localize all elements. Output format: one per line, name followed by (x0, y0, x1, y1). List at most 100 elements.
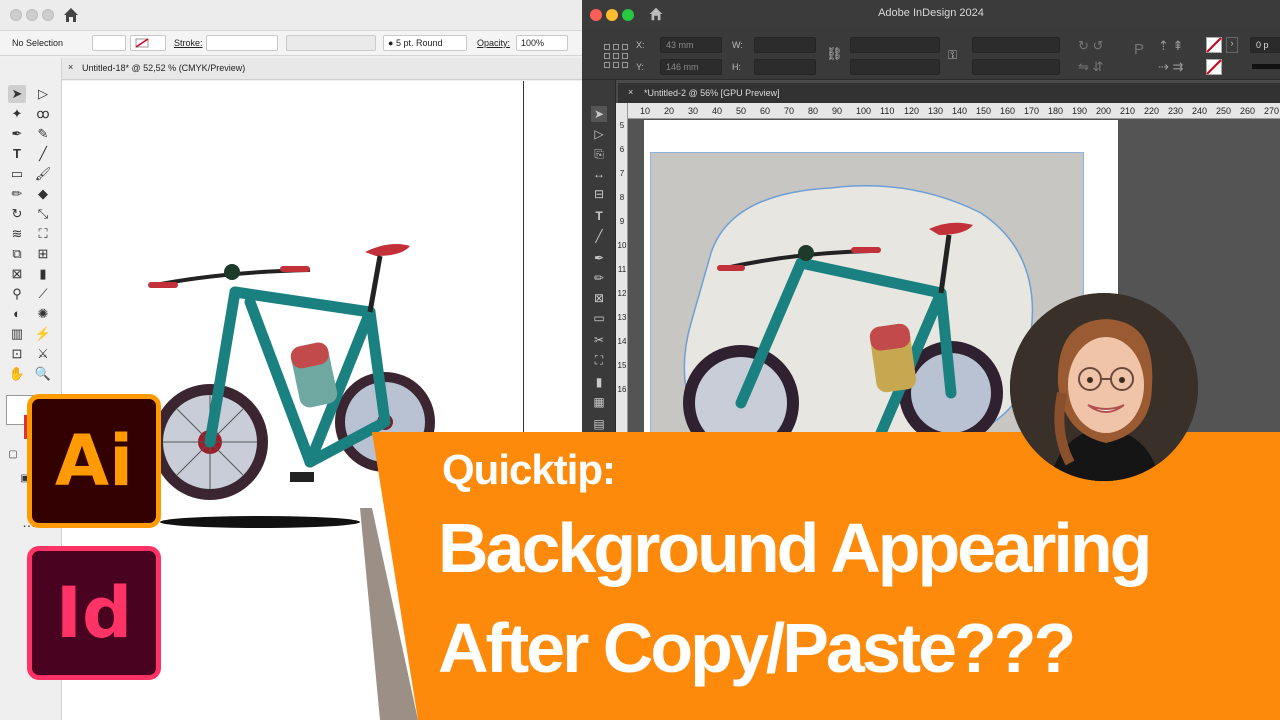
rotation-field[interactable] (972, 37, 1060, 53)
w-field[interactable] (754, 37, 816, 53)
indesign-logo: Id (27, 546, 161, 680)
pen-tool-icon[interactable]: ✒ (591, 250, 607, 266)
blend-tool-icon[interactable]: ◐ (8, 305, 26, 323)
hand-tool-icon[interactable]: ✋ (8, 365, 26, 383)
note-tool-icon[interactable]: ▤ (591, 416, 607, 432)
zoom-tool-icon[interactable]: 🔍 (34, 365, 52, 383)
type-tool-icon[interactable]: T (8, 145, 26, 163)
warp-tool-icon[interactable]: ≋ (8, 225, 26, 243)
x-field[interactable]: 43 mm (660, 37, 722, 53)
pencil-tool-icon[interactable]: ✏ (8, 185, 26, 203)
scale-tool-icon[interactable]: ⤡ (34, 205, 52, 223)
constrain-proportions-icon[interactable]: ⛓ (826, 46, 843, 62)
ai-document-tab[interactable]: × Untitled-18* @ 52,52 % (CMYK/Preview) (62, 58, 582, 80)
page-tool-icon[interactable]: ⎘ (591, 146, 607, 162)
h-label: H: (732, 62, 741, 72)
pencil-tool-icon[interactable]: ✏ (591, 270, 607, 286)
draw-normal-icon[interactable]: ▢ (4, 446, 22, 464)
scale-x-field[interactable] (850, 37, 940, 53)
paragraph-icon[interactable]: P (1134, 41, 1144, 58)
close-window-button[interactable] (10, 9, 22, 21)
horizontal-ruler[interactable]: 10 20 30 40 50 60 70 80 90 100 110 120 130 140 150 160 1… (628, 103, 1280, 119)
rectangle-tool-icon[interactable]: ▭ (591, 310, 607, 326)
gap-tool-icon[interactable]: ↔ (591, 166, 607, 182)
free-transform-icon[interactable]: ⛶ (591, 352, 607, 368)
ruler-tick-label: 260 (1240, 106, 1256, 116)
pen-tool-icon[interactable]: ✒ (8, 125, 26, 143)
id-document-tab[interactable]: × *Untitled-2 @ 56% [GPU Preview] (618, 83, 1280, 103)
fill-dropdown-chevron-icon[interactable]: › (1226, 37, 1238, 53)
fill-swatch[interactable] (92, 35, 126, 51)
opacity-label[interactable]: Opacity: (477, 38, 510, 48)
lasso-icon[interactable]: ꝏ (34, 105, 52, 123)
zoom-window-button[interactable] (42, 9, 54, 21)
ruler-tick-label: 60 (760, 106, 771, 116)
ruler-tick-label: 50 (736, 106, 747, 116)
paintbrush-icon[interactable]: 🖌 (34, 165, 52, 183)
rotate-tool-icon[interactable]: ↻ (8, 205, 26, 223)
selection-status: No Selection (12, 38, 64, 48)
mesh-tool-icon[interactable]: ⊠ (8, 265, 26, 283)
stroke-label[interactable]: Stroke: (174, 38, 203, 48)
y-field[interactable]: 146 mm (660, 59, 722, 75)
eyedropper-icon[interactable]: ⚲ (8, 285, 26, 303)
rotate-icon[interactable]: ↻ ↺ (1078, 38, 1103, 54)
graph-tool-icon[interactable]: ▥ (8, 325, 26, 343)
close-tab-icon[interactable]: × (68, 62, 73, 72)
vruler-tick-label: 7 (619, 169, 625, 178)
shear-field[interactable] (972, 59, 1060, 75)
stroke-swatch[interactable] (130, 35, 166, 51)
direct-selection-tool-icon[interactable]: ▷ (591, 126, 607, 142)
slice-tool-icon[interactable]: ⚡ (34, 325, 52, 343)
w-label: W: (732, 40, 743, 50)
stroke-weight-field[interactable] (206, 35, 278, 51)
perspective-grid-icon[interactable]: ⊞ (34, 245, 52, 263)
scale-y-field[interactable] (850, 59, 940, 75)
selection-tool-icon[interactable]: ➤ (591, 106, 607, 122)
stroke-weight-field[interactable]: 0 p (1250, 37, 1280, 53)
home-icon[interactable] (62, 6, 80, 24)
artboard-tool-icon[interactable]: ⊡ (8, 345, 26, 363)
ruler-tick-label: 160 (1000, 106, 1016, 116)
close-tab-icon[interactable]: × (628, 87, 633, 97)
flip-icon[interactable]: ⇋ ⇵ (1078, 59, 1103, 75)
reference-point-icon[interactable] (604, 44, 628, 68)
line-tool-icon[interactable]: ╱ (34, 145, 52, 163)
stroke-none-icon[interactable] (1206, 59, 1222, 75)
app-title: Adobe InDesign 2024 (878, 7, 984, 19)
minimize-window-button[interactable] (26, 9, 38, 21)
symbol-sprayer-icon[interactable]: ✺ (34, 305, 52, 323)
shape-builder-icon[interactable]: ⧉ (8, 245, 26, 263)
type-tool-icon[interactable]: T (591, 208, 607, 224)
rectangle-frame-tool-icon[interactable]: ⊠ (591, 290, 607, 306)
vruler-tick-label: 10 (617, 241, 627, 250)
eraser-tool-icon[interactable]: ◆ (34, 185, 52, 203)
curvature-tool-icon[interactable]: ✎ (34, 125, 52, 143)
gradient-tool-icon[interactable]: ▮ (34, 265, 52, 283)
scissors-tool-icon[interactable]: ✂ (591, 332, 607, 348)
magic-wand-icon[interactable]: ✦ (8, 105, 26, 123)
direct-selection-tool-icon[interactable]: ▷ (34, 85, 52, 103)
ruler-tick-label: 240 (1192, 106, 1208, 116)
gradient-swatch-icon[interactable]: ▮ (591, 374, 607, 390)
gradient-feather-icon[interactable]: ▦ (591, 394, 607, 410)
free-transform-icon[interactable]: ⛶ (34, 225, 52, 243)
opacity-field[interactable]: 100% (516, 35, 568, 51)
knife-tool-icon[interactable]: ⚔ (34, 345, 52, 363)
rectangle-tool-icon[interactable]: ▭ (8, 165, 26, 183)
vruler-tick-label: 11 (617, 265, 627, 274)
h-field[interactable] (754, 59, 816, 75)
measure-tool-icon[interactable]: ⟋ (34, 285, 52, 303)
distribute-icon[interactable]: ⇢ ⇉ (1158, 59, 1183, 75)
align-icon[interactable]: ⇡ ⇞ (1158, 38, 1183, 54)
line-tool-icon[interactable]: ╱ (591, 228, 607, 244)
ruler-tick-label: 250 (1216, 106, 1232, 116)
lock-icon[interactable]: ⚿ (948, 48, 957, 63)
fill-none-icon[interactable] (1206, 37, 1222, 53)
content-collector-icon[interactable]: ⊟ (591, 186, 607, 202)
selection-tool-icon[interactable]: ➤ (8, 85, 26, 103)
ruler-tick-label: 220 (1144, 106, 1160, 116)
variable-width-profile[interactable] (286, 35, 376, 51)
stroke-type-swatch[interactable] (1252, 64, 1280, 69)
brush-definition[interactable]: ● 5 pt. Round (383, 35, 467, 51)
